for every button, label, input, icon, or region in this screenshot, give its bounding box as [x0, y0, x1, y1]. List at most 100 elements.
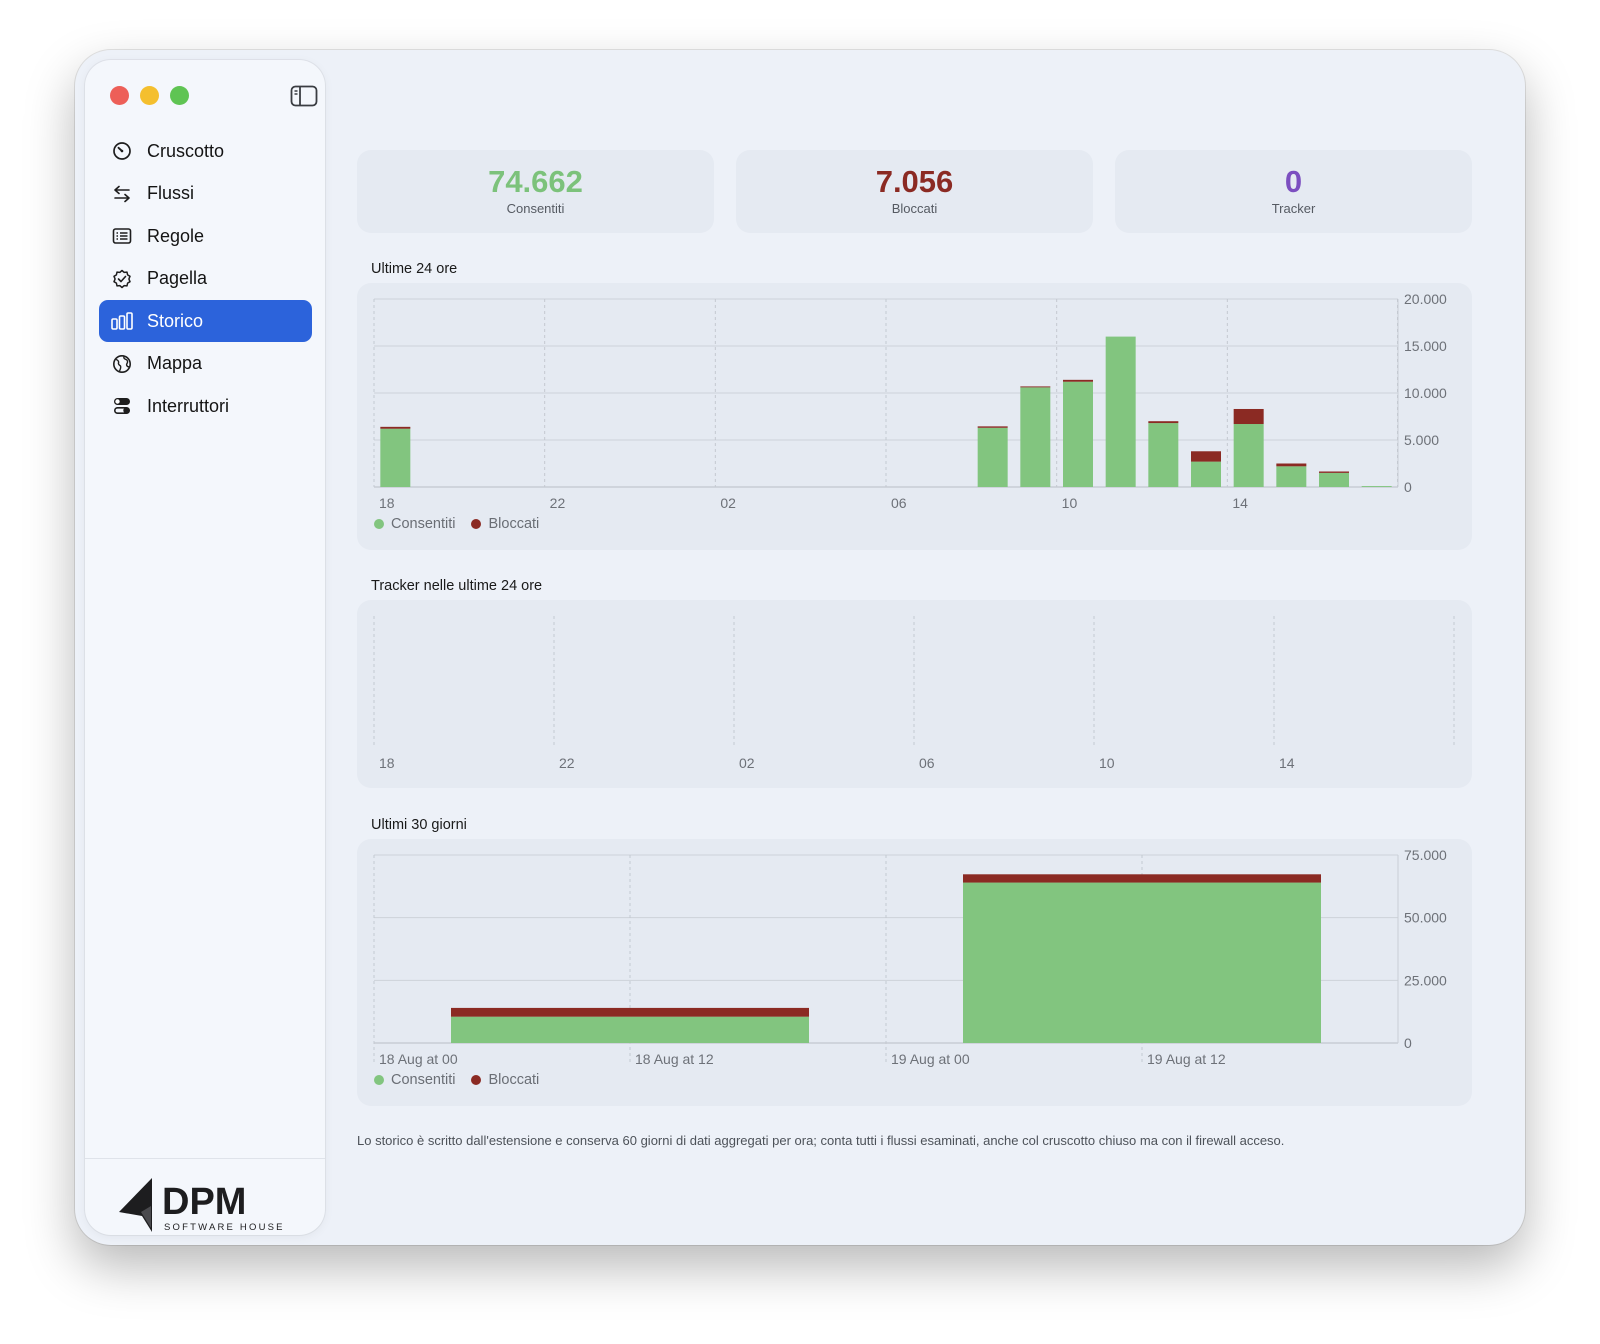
close-button[interactable]	[110, 86, 129, 105]
stat-label: Consentiti	[506, 201, 565, 216]
chart-panel-last24: 20.000 15.000 10.000 5.000 0 18 22 02 06 10 14 Con…	[357, 283, 1472, 550]
sidebar-divider	[85, 1158, 325, 1159]
sidebar-item-flussi[interactable]: Flussi	[99, 173, 312, 215]
legend-dot-blocked	[471, 519, 482, 529]
x-tick-label: 18	[379, 755, 395, 771]
sidebar-item-cruscotto[interactable]: Cruscotto	[99, 130, 312, 172]
stat-value: 7.056	[875, 164, 954, 199]
x-tick-label: 19 Aug at 00	[891, 1051, 970, 1067]
legend-label: Consentiti	[391, 1072, 456, 1088]
y-tick-label: 75.000	[1404, 847, 1447, 863]
legend-item-allowed: Consentiti	[374, 516, 455, 532]
sidebar-item-storico[interactable]: Storico	[99, 300, 312, 342]
bar-blocked	[1233, 408, 1264, 425]
bar-blocked	[1276, 463, 1307, 467]
zoom-button[interactable]	[170, 86, 189, 105]
y-tick-label: 5.000	[1404, 432, 1439, 448]
bar-blocked	[451, 1007, 809, 1017]
sidebar-toggle-icon[interactable]	[290, 85, 318, 107]
gauge-icon	[111, 140, 133, 162]
minimize-button[interactable]	[140, 86, 159, 105]
x-tick-label: 19 Aug at 12	[1147, 1051, 1226, 1067]
logo-tagline: SOFTWARE HOUSE	[164, 1222, 285, 1233]
legend-item-blocked: Bloccati	[471, 516, 539, 532]
sidebar-item-label: Storico	[147, 310, 204, 331]
bar-allowed	[1020, 387, 1051, 487]
bar-allowed	[1276, 466, 1307, 487]
chart-last24: 20.000 15.000 10.000 5.000 0 18 22 02 06 10 14	[373, 291, 1447, 511]
sidebar-nav: Cruscotto Flussi Regole Pagella Storico …	[99, 130, 312, 428]
section-title-last30: Ultimi 30 giorni	[371, 817, 467, 833]
bar-blocked	[963, 874, 1321, 883]
sidebar-item-label: Mappa	[147, 353, 203, 373]
stat-label: Tracker	[1271, 201, 1316, 216]
switches-icon	[111, 395, 133, 417]
y-tick-label: 15.000	[1404, 338, 1447, 354]
x-tick-label: 06	[891, 495, 907, 511]
section-title-trackers24: Tracker nelle ultime 24 ore	[371, 578, 543, 594]
sidebar-item-interruttori[interactable]: Interruttori	[99, 385, 312, 427]
x-tick-label: 18 Aug at 12	[635, 1051, 714, 1067]
bar-allowed	[1319, 472, 1349, 487]
globe-icon	[111, 353, 133, 375]
y-tick-label: 50.000	[1404, 910, 1447, 926]
y-tick-label: 0	[1404, 1035, 1412, 1051]
sidebar-item-label: Regole	[147, 225, 205, 246]
legend-label: Bloccati	[488, 1072, 540, 1088]
x-tick-label: 22	[559, 755, 575, 771]
bar-blocked	[1148, 421, 1179, 424]
bar-allowed	[1361, 486, 1392, 487]
x-tick-label: 10	[1062, 495, 1078, 511]
stat-value: 0	[1284, 164, 1303, 199]
bar-blocked	[1020, 386, 1051, 388]
stat-card-tracker: 0 Tracker	[1115, 150, 1472, 233]
sidebar-item-label: Pagella	[147, 268, 208, 288]
bar-allowed	[451, 1016, 809, 1043]
x-tick-label: 18 Aug at 00	[379, 1051, 458, 1067]
stat-card-allowed: 74.662 Consentiti	[357, 150, 714, 233]
sidebar-item-label: Cruscotto	[147, 140, 225, 161]
y-tick-label: 25.000	[1404, 972, 1447, 988]
badge-check-icon	[111, 268, 133, 290]
bar-blocked	[1191, 451, 1221, 462]
bar-blocked	[380, 426, 411, 429]
arrows-left-right-icon	[111, 183, 133, 205]
bar-allowed	[1105, 336, 1136, 487]
bar-allowed	[963, 882, 1321, 1043]
sidebar-item-pagella[interactable]: Pagella	[99, 258, 312, 300]
chart-last30: 75.000 50.000 25.000 0 18 Aug at 00 18 Aug at…	[373, 847, 1447, 1067]
chart-legend: Consentiti Bloccati	[374, 516, 555, 532]
y-tick-label: 10.000	[1404, 385, 1447, 401]
x-tick-label: 22	[550, 495, 566, 511]
list-icon	[111, 225, 133, 247]
x-tick-label: 14	[1279, 755, 1295, 771]
bar-chart-icon	[111, 310, 133, 332]
x-tick-label: 10	[1099, 755, 1115, 771]
x-tick-label: 02	[720, 495, 736, 511]
bar-blocked	[977, 426, 1008, 428]
bar-allowed	[1063, 381, 1093, 487]
y-tick-label: 0	[1404, 479, 1412, 495]
bar-allowed	[1233, 424, 1264, 487]
legend-label: Bloccati	[488, 516, 540, 532]
legend-dot-allowed	[374, 1075, 384, 1085]
chart-trackers24: 18 22 02 06 10 14	[373, 616, 1455, 771]
bar-allowed	[977, 427, 1008, 487]
x-tick-label: 02	[739, 755, 755, 771]
chart-panel-last30: 75.000 50.000 25.000 0 18 Aug at 00 18 Aug at…	[357, 839, 1472, 1106]
sidebar: Cruscotto Flussi Regole Pagella Storico …	[85, 60, 325, 1235]
sidebar-item-label: Interruttori	[147, 395, 230, 416]
legend-label: Consentiti	[391, 516, 456, 532]
legend-dot-allowed	[374, 519, 384, 529]
bar-allowed	[380, 428, 411, 487]
x-tick-label: 18	[379, 495, 395, 511]
legend-dot-blocked	[471, 1075, 482, 1085]
app-window: Cruscotto Flussi Regole Pagella Storico …	[75, 50, 1525, 1245]
sidebar-item-label: Flussi	[147, 183, 195, 203]
sidebar-item-regole[interactable]: Regole	[99, 215, 312, 257]
chart-panel-trackers24: 18 22 02 06 10 14	[357, 600, 1472, 788]
bar-blocked	[1063, 379, 1093, 382]
sidebar-item-mappa[interactable]: Mappa	[99, 343, 312, 385]
stat-label: Bloccati	[891, 201, 938, 216]
legend-item-allowed: Consentiti	[374, 1072, 455, 1088]
